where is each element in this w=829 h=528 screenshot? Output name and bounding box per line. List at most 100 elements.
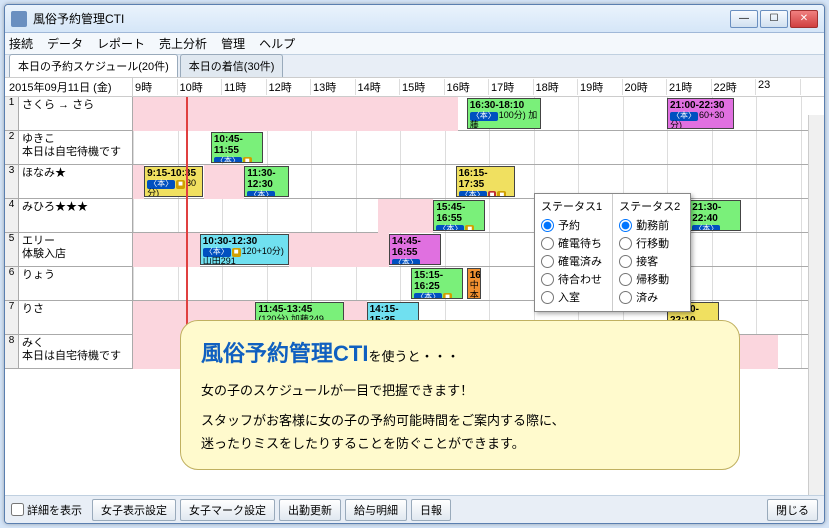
hour-header-cell: 12時 xyxy=(267,79,312,95)
row-number: 2 xyxy=(5,131,19,164)
btn-daily[interactable]: 日報 xyxy=(411,499,451,521)
status-option[interactable]: 接客 xyxy=(619,253,680,269)
booking-block[interactable]: 15:45-16:55〈本〉■60+10分) 高橋922 xyxy=(433,200,485,231)
girl-name[interactable]: エリー体験入店 xyxy=(19,233,133,266)
booking-block[interactable]: 16:15-17:35〈本〉■■ xyxy=(456,166,515,197)
schedule-row: 6りょう 15:15-16:25〈本〉■60+10分)加藤849 16:3中本 xyxy=(5,267,824,301)
girl-name[interactable]: りょう xyxy=(19,267,133,300)
status-option[interactable]: 済み xyxy=(619,289,680,305)
titlebar: 風俗予約管理CTI — ☐ ✕ xyxy=(5,5,824,33)
girl-name[interactable]: ゆきこ本日は自宅待機です xyxy=(19,131,133,164)
hour-header-cell: 18時 xyxy=(534,79,579,95)
booking-block[interactable]: 21:30-22:40〈本〉534 xyxy=(689,200,741,231)
menu-sales[interactable]: 売上分析 xyxy=(159,35,207,52)
row-lane[interactable]: 10:45-11:55〈本〉■70分) 松本1135 xyxy=(133,131,824,164)
booking-block[interactable]: 16:3中本 xyxy=(467,268,482,299)
hour-header-cell: 14時 xyxy=(356,79,401,95)
booking-block[interactable]: 11:30-12:30〈本〉60分) 吉田830 xyxy=(244,166,289,197)
row-lane[interactable]: 15:15-16:25〈本〉■60+10分)加藤849 16:3中本 xyxy=(133,267,824,300)
menubar: 接続 データ レポート 売上分析 管理 ヘルプ xyxy=(5,33,824,55)
row-number: 6 xyxy=(5,267,19,300)
status-option[interactable]: 行移動 xyxy=(619,235,680,251)
info-callout: 風俗予約管理CTIを使うと・・・ 女の子のスケジュールが一目で把握できます！ ス… xyxy=(180,320,740,470)
hour-header-cell: 15時 xyxy=(400,79,445,95)
unavailable-range xyxy=(378,199,434,233)
status-context-menu[interactable]: ステータス1 予約確電待ち確電済み待合わせ入室 ステータス2 勤務前行移動接客帰… xyxy=(534,193,691,312)
hour-header-cell: 17時 xyxy=(489,79,534,95)
menu-data[interactable]: データ xyxy=(47,35,83,52)
girl-name[interactable]: ほなみ★ xyxy=(19,165,133,198)
booking-block[interactable]: 10:45-11:55〈本〉■70分) 松本1135 xyxy=(211,132,263,163)
scrollbar-vertical[interactable] xyxy=(808,115,824,495)
status-option[interactable]: 帰移動 xyxy=(619,271,680,287)
row-number: 8 xyxy=(5,335,19,368)
row-number: 1 xyxy=(5,97,19,130)
btn-girl-mark[interactable]: 女子マーク設定 xyxy=(180,499,275,521)
btn-close[interactable]: 閉じる xyxy=(767,499,818,521)
booking-block[interactable]: 16:30-18:10〈本〉100分) 加藤709 xyxy=(467,98,541,129)
menu-connect[interactable]: 接続 xyxy=(9,35,33,52)
hour-header-cell: 10時 xyxy=(178,79,223,95)
hour-header-cell: 21時 xyxy=(667,79,712,95)
status-option[interactable]: 確電済み xyxy=(541,253,602,269)
girl-name[interactable]: りさ xyxy=(19,301,133,334)
minimize-button[interactable]: — xyxy=(730,10,758,28)
status-option[interactable]: 待合わせ xyxy=(541,271,602,287)
schedule-row: 4みひろ★★★ 15:45-16:55〈本〉■60+10分) 高橋922 21:30… xyxy=(5,199,824,233)
row-number: 4 xyxy=(5,199,19,232)
window-title: 風俗予約管理CTI xyxy=(33,10,730,27)
unavailable-range xyxy=(133,165,144,199)
booking-block[interactable]: 10:30-12:30〈本〉■120+10分) 山田291 xyxy=(200,234,289,265)
row-lane[interactable]: 16:30-18:10〈本〉100分) 加藤709 21:00-22:30〈本〉6… xyxy=(133,97,824,130)
hour-header-cell: 19時 xyxy=(578,79,623,95)
footer: 詳細を表示 女子表示設定 女子マーク設定 出勤更新 給与明細 日報 閉じる xyxy=(5,495,824,523)
date-row: 2015年09月11日 (金) 9時10時11時12時13時14時15時16時1… xyxy=(5,77,824,97)
unavailable-range xyxy=(289,233,389,267)
hour-header-cell: 20時 xyxy=(623,79,668,95)
booking-block[interactable]: 21:00-22:30〈本〉60+30分)清水1139 xyxy=(667,98,734,129)
row-number: 7 xyxy=(5,301,19,334)
btn-payroll[interactable]: 給与明細 xyxy=(345,499,407,521)
btn-attendance[interactable]: 出勤更新 xyxy=(279,499,341,521)
detail-checkbox[interactable]: 詳細を表示 xyxy=(11,502,82,518)
booking-block[interactable]: 14:45-16:55〈本〉120+10分) 加藤529 xyxy=(389,234,441,265)
close-button[interactable]: ✕ xyxy=(790,10,818,28)
hour-header-cell: 13時 xyxy=(311,79,356,95)
callout-title: 風俗予約管理CTI xyxy=(201,341,368,366)
hour-header-cell: 23 xyxy=(756,79,801,95)
row-lane[interactable]: 9:15-10:35〈本〉■80分) 11:30-12:30〈本〉60分) 吉田8… xyxy=(133,165,824,198)
schedule-row: 1さくら → さら 16:30-18:10〈本〉100分) 加藤709 21:00-… xyxy=(5,97,824,131)
status1-header: ステータス1 xyxy=(541,198,602,214)
girl-name[interactable]: みく本日は自宅待機です xyxy=(19,335,133,368)
tab-bar: 本日の予約スケジュール(20件) 本日の着信(30件) xyxy=(5,55,824,77)
girl-name[interactable]: みひろ★★★ xyxy=(19,199,133,232)
menu-report[interactable]: レポート xyxy=(97,35,145,52)
booking-block[interactable]: 15:15-16:25〈本〉■60+10分)加藤849 xyxy=(411,268,463,299)
menu-manage[interactable]: 管理 xyxy=(221,35,245,52)
schedule-row: 5エリー体験入店 10:30-12:30〈本〉■120+10分) 山田291 14:… xyxy=(5,233,824,267)
status-option[interactable]: 入室 xyxy=(541,289,602,305)
hour-header-cell: 16時 xyxy=(445,79,490,95)
maximize-button[interactable]: ☐ xyxy=(760,10,788,28)
status-option[interactable]: 勤務前 xyxy=(619,217,680,233)
unavailable-range xyxy=(133,233,200,267)
booking-block[interactable]: 9:15-10:35〈本〉■80分) xyxy=(144,166,203,197)
tab-incoming[interactable]: 本日の着信(30件) xyxy=(180,54,284,77)
app-icon xyxy=(11,11,27,27)
tab-schedule[interactable]: 本日の予約スケジュール(20件) xyxy=(9,54,178,77)
girl-name[interactable]: さくら → さら xyxy=(19,97,133,130)
row-number: 5 xyxy=(5,233,19,266)
unavailable-range xyxy=(133,97,458,131)
unavailable-range xyxy=(204,165,244,199)
hour-header-cell: 22時 xyxy=(712,79,757,95)
status-option[interactable]: 予約 xyxy=(541,217,602,233)
date-label: 2015年09月11日 (金) xyxy=(5,78,133,96)
row-lane[interactable]: 10:30-12:30〈本〉■120+10分) 山田291 14:45-16:55… xyxy=(133,233,824,266)
btn-girl-display[interactable]: 女子表示設定 xyxy=(92,499,176,521)
schedule-row: 2ゆきこ本日は自宅待機です 10:45-11:55〈本〉■70分) 松本1135 xyxy=(5,131,824,165)
hour-header-cell: 11時 xyxy=(222,79,267,95)
status2-header: ステータス2 xyxy=(619,198,680,214)
menu-help[interactable]: ヘルプ xyxy=(259,35,295,52)
status-option[interactable]: 確電待ち xyxy=(541,235,602,251)
row-lane[interactable]: 15:45-16:55〈本〉■60+10分) 高橋922 21:30-22:40〈… xyxy=(133,199,824,232)
